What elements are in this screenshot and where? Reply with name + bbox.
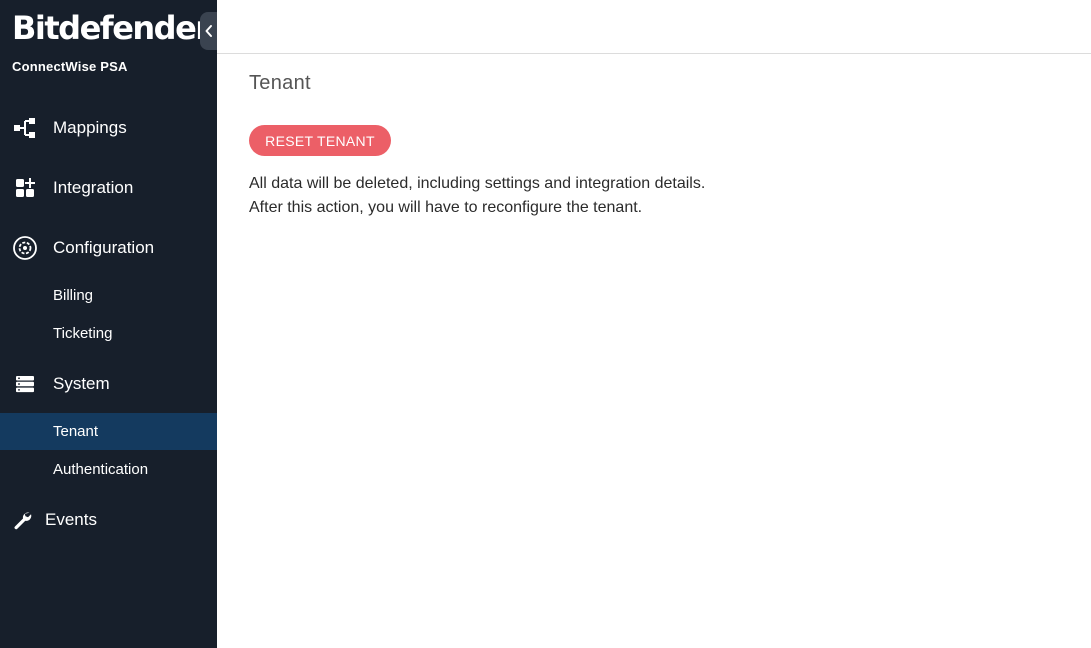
sidebar-item-tenant[interactable]: Tenant <box>0 413 217 450</box>
configuration-icon <box>12 235 38 261</box>
page-title: Tenant <box>249 72 311 94</box>
wrench-icon <box>9 507 35 533</box>
sidebar-item-configuration[interactable]: Configuration <box>0 229 217 267</box>
sidebar-item-label: Configuration <box>53 238 155 257</box>
app-window: Bitdefender® ConnectWise PSA <box>0 0 1091 648</box>
sidebar-item-system[interactable]: System <box>0 365 217 403</box>
sidebar-collapse-button[interactable] <box>200 12 217 50</box>
brand: Bitdefender® ConnectWise PSA <box>12 8 219 74</box>
sidebar-item-label: Mappings <box>53 118 127 137</box>
sidebar-item-authentication[interactable]: Authentication <box>0 451 217 488</box>
sidebar-item-label: Tenant <box>53 423 99 440</box>
sidebar-item-label: Authentication <box>53 461 149 478</box>
integration-icon <box>12 175 38 201</box>
sidebar-item-events[interactable]: Events <box>0 501 217 539</box>
sidebar-item-label: Billing <box>53 287 94 304</box>
sidebar-item-integration[interactable]: Integration <box>0 169 217 207</box>
brand-name: Bitdefender <box>12 9 211 47</box>
top-bar <box>217 0 1091 54</box>
brand-logo: Bitdefender® <box>12 8 219 59</box>
chevron-left-icon <box>205 25 212 37</box>
sidebar-item-label: Events <box>45 510 97 529</box>
sidebar-item-billing[interactable]: Billing <box>0 277 217 314</box>
description-line-2: After this action, you will have to reco… <box>249 199 643 216</box>
product-name: ConnectWise PSA <box>12 59 128 74</box>
sidebar-item-label: System <box>53 374 110 393</box>
reset-tenant-button[interactable]: RESET TENANT <box>249 125 391 156</box>
sidebar: Bitdefender® ConnectWise PSA <box>0 0 219 648</box>
system-icon <box>12 371 38 397</box>
sidebar-item-ticketing[interactable]: Ticketing <box>0 315 217 352</box>
sidebar-item-mappings[interactable]: Mappings <box>0 109 217 147</box>
mappings-icon <box>12 115 38 141</box>
description-line-1: All data will be deleted, including sett… <box>249 175 706 192</box>
sidebar-item-label: Ticketing <box>53 325 113 342</box>
sidebar-item-label: Integration <box>53 178 134 197</box>
